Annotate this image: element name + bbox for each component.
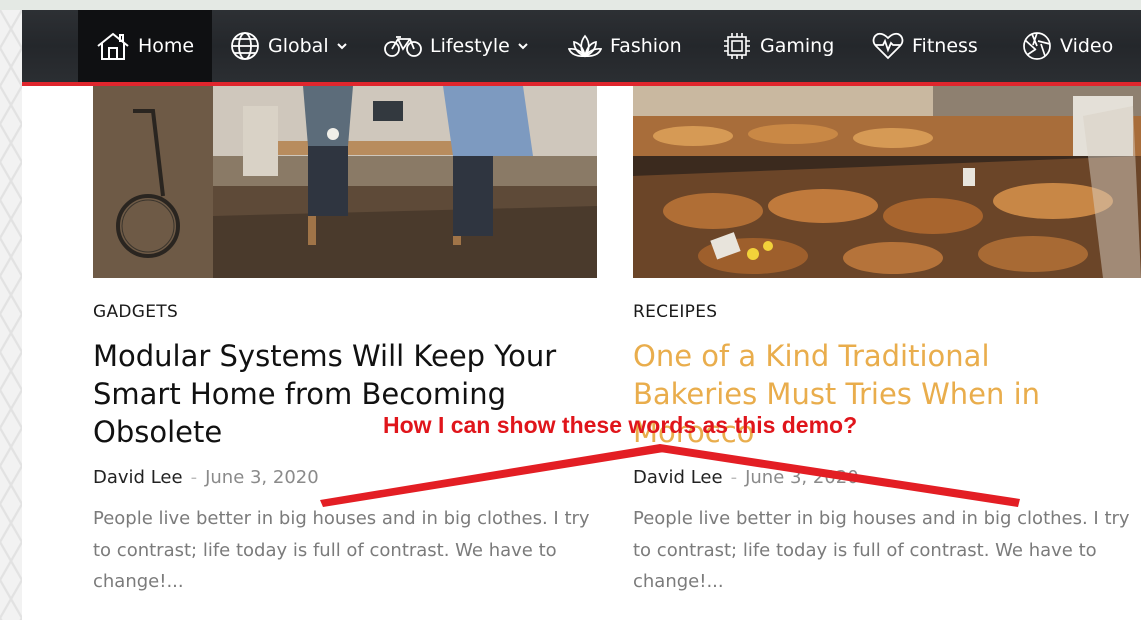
nav-item-label: Fitness [912, 35, 978, 57]
article-date: June 3, 2020 [745, 467, 859, 488]
nav-item-label: Gaming [760, 35, 835, 57]
camera-aperture-icon [1022, 31, 1052, 61]
article-author[interactable]: David Lee [93, 467, 183, 488]
nav-item-label: Home [137, 35, 195, 57]
home-icon [96, 31, 130, 61]
article-category[interactable]: RECEIPES [633, 302, 717, 322]
lotus-icon [568, 32, 602, 60]
nav-item-label: Global [268, 35, 329, 57]
nav-item-fashion[interactable]: Fashion [568, 10, 682, 82]
article-image-office[interactable] [93, 86, 597, 278]
nav-item-home[interactable]: Home [78, 10, 212, 82]
article-date: June 3, 2020 [205, 467, 319, 488]
article-excerpt: People live better in big houses and in … [633, 508, 1130, 592]
chip-icon [722, 31, 752, 61]
chevron-down-icon [518, 42, 528, 50]
article-image-bakery[interactable] [633, 86, 1141, 278]
article-meta: David Lee - June 3, 2020 [93, 467, 319, 488]
article-excerpt: People live better in big houses and in … [93, 508, 590, 592]
nav-item-label: Video [1060, 35, 1114, 57]
nav-item-label: Fashion [610, 35, 682, 57]
bicycle-icon [384, 34, 422, 58]
page-background-pattern [0, 10, 22, 620]
browser-top-strip [0, 0, 1141, 10]
annotation-note: How I can show these words as this demo? [383, 412, 858, 438]
nav-item-gaming[interactable]: Gaming [722, 10, 834, 82]
main-navigation: Home Global Lifestyle Fashion Gaming Fit… [22, 10, 1141, 86]
article-category[interactable]: GADGETS [93, 302, 178, 322]
globe-icon [230, 31, 260, 61]
chevron-down-icon [336, 42, 347, 50]
article-meta: David Lee - June 3, 2020 [633, 467, 859, 488]
meta-separator: - [730, 467, 738, 488]
meta-separator: - [190, 467, 198, 488]
heartbeat-icon [872, 32, 904, 60]
nav-item-global[interactable]: Global [230, 10, 347, 82]
nav-item-lifestyle[interactable]: Lifestyle [384, 10, 528, 82]
article-author[interactable]: David Lee [633, 467, 723, 488]
nav-item-fitness[interactable]: Fitness [872, 10, 978, 82]
nav-item-video[interactable]: Video [1022, 10, 1113, 82]
nav-item-label: Lifestyle [430, 35, 510, 57]
